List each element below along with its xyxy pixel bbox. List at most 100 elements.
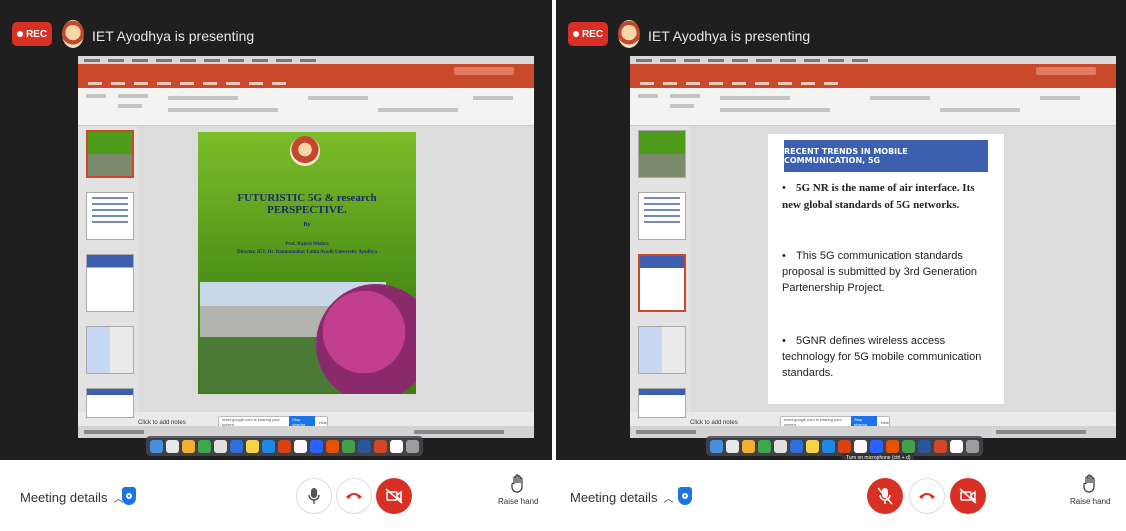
dock-app-icon[interactable] [390,439,403,453]
ppt-titlebar [630,64,1116,78]
dock-app-icon[interactable] [886,439,899,453]
rec-badge: REC [12,22,52,46]
dock-app-icon[interactable] [166,439,179,453]
slide-title: FUTURISTIC 5G & research PERSPECTIVE. [237,192,377,216]
meet-controls: Meeting details ︿ Raise hand [556,460,1126,531]
mac-menubar [630,56,1116,64]
camera-off-icon [385,488,403,504]
search-field[interactable] [1036,67,1096,75]
dock-app-icon[interactable] [934,439,947,453]
slide-by: By [303,222,311,228]
meeting-details-label: Meeting details [20,490,108,505]
slide-thumb-3[interactable] [86,254,134,312]
right-meet-window: REC IET Ayodhya is presenting RECENT TRE… [556,0,1126,531]
ribbon-toolbar[interactable] [630,88,1116,126]
slide-thumb-4[interactable] [86,326,134,374]
dock-app-icon[interactable] [854,439,867,453]
mac-menubar [78,56,534,64]
dock-app-icon[interactable] [150,439,163,453]
dock-app-icon[interactable] [358,439,371,453]
presenter-text: IET Ayodhya is presenting [92,28,255,44]
shield-icon[interactable] [122,487,136,505]
slide-canvas: RECENT TRENDS IN MOBILE COMMUNICATION, 5… [690,126,1116,412]
dock-app-icon[interactable] [278,439,291,453]
dock-app-icon[interactable] [838,439,851,453]
powerpoint-window: RECENT TRENDS IN MOBILE COMMUNICATION, 5… [630,56,1116,438]
dock-app-icon[interactable] [758,439,771,453]
shared-screen: REC IET Ayodhya is presenting RECENT TRE… [556,0,1126,460]
camera-off-icon [959,488,977,504]
slide-thumb-2[interactable] [638,192,686,240]
dock-app-icon[interactable] [950,439,963,453]
slide-heading: RECENT TRENDS IN MOBILE COMMUNICATION, 5… [784,140,988,172]
slide-thumb-4[interactable] [638,326,686,374]
slide-thumb-1[interactable] [638,130,686,178]
dock-app-icon[interactable] [294,439,307,453]
dock-app-icon[interactable] [790,439,803,453]
search-field[interactable] [454,67,514,75]
hangup-icon [919,493,935,499]
dock-app-icon[interactable] [822,439,835,453]
ribbon-toolbar[interactable] [78,88,534,126]
dock-app-icon[interactable] [246,439,259,453]
dock-app-icon[interactable] [902,439,915,453]
leave-call-button[interactable] [909,478,945,514]
camera-button[interactable] [950,478,986,514]
dock-app-icon[interactable] [726,439,739,453]
powerpoint-window: FUTURISTIC 5G & research PERSPECTIVE. By… [78,56,534,438]
dock-app-icon[interactable] [214,439,227,453]
slide-bullet-3: • 5GNR defines wireless access technology… [782,335,982,379]
shield-icon[interactable] [678,487,692,505]
dock-app-icon[interactable] [918,439,931,453]
dock-app-icon[interactable] [326,439,339,453]
camera-button[interactable] [376,478,412,514]
raise-hand-icon [511,474,523,493]
slide-thumb-3[interactable] [638,254,686,312]
content-slide: RECENT TRENDS IN MOBILE COMMUNICATION, 5… [768,134,1004,404]
slide-affiliation: Director, IET, Dr. Rammanohar Lohia Avad… [236,250,377,255]
hide-button[interactable]: Hide [319,420,327,425]
dock-app-icon[interactable] [710,439,723,453]
dock-app-icon[interactable] [182,439,195,453]
meeting-details-button[interactable]: Meeting details ︿ [570,490,673,505]
microphone-button[interactable] [296,478,332,514]
dock-app-icon[interactable] [310,439,323,453]
raise-hand-label: Raise hand [1070,497,1111,506]
dock-app-icon[interactable] [230,439,243,453]
dock-app-icon[interactable] [870,439,883,453]
dock-app-icon[interactable] [342,439,355,453]
slide-thumb-1[interactable] [86,130,134,178]
shared-screen: REC IET Ayodhya is presenting FUTURISTIC… [0,0,552,460]
dock-app-icon[interactable] [806,439,819,453]
title-slide: FUTURISTIC 5G & research PERSPECTIVE. By… [198,132,416,394]
hide-button[interactable]: Hide [881,420,889,425]
dock-app-icon[interactable] [774,439,787,453]
slide-thumb-5[interactable] [638,388,686,418]
mac-dock [146,436,423,456]
slide-thumb-5[interactable] [86,388,134,418]
dock-app-icon[interactable] [262,439,275,453]
trash-icon[interactable] [966,439,979,453]
slide-thumbnails [78,126,138,418]
microphone-button[interactable] [867,478,903,514]
university-emblem [290,136,320,166]
raise-hand-button[interactable]: Raise hand [498,474,538,506]
rec-label: REC [581,28,604,40]
dock-app-icon[interactable] [198,439,211,453]
dock-app-icon[interactable] [374,439,387,453]
slide-author: Prof. Rajesh Mishra [285,242,329,247]
ppt-titlebar [78,64,534,78]
mic-icon [308,488,320,504]
raise-hand-button[interactable]: Raise hand [1070,474,1110,506]
meeting-details-button[interactable]: Meeting details ︿ [20,490,123,505]
ribbon-tabs[interactable] [630,78,1116,88]
slide-canvas: FUTURISTIC 5G & research PERSPECTIVE. By… [138,126,534,412]
leave-call-button[interactable] [336,478,372,514]
ribbon-tabs[interactable] [78,78,534,88]
presenter-avatar [62,20,84,48]
mic-off-icon [877,487,893,505]
slide-bullet-2: • This 5G communication standards proposa… [782,250,978,294]
slide-thumb-2[interactable] [86,192,134,240]
dock-app-icon[interactable] [742,439,755,453]
trash-icon[interactable] [406,439,419,453]
